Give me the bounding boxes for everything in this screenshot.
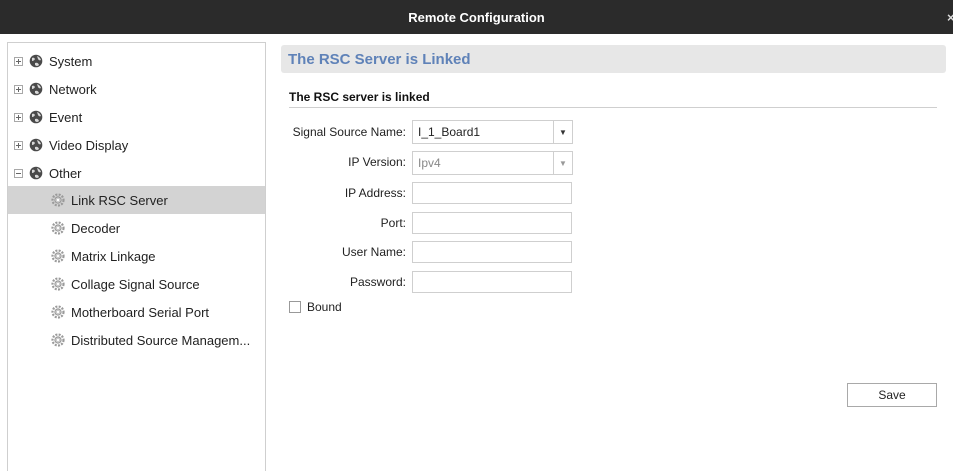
- gear-icon: [51, 249, 65, 263]
- globe-icon: [29, 138, 43, 152]
- expand-icon[interactable]: [14, 84, 23, 94]
- ip-address-field[interactable]: [412, 182, 572, 204]
- tree-item-label: System: [49, 53, 93, 69]
- collapse-icon[interactable]: [14, 168, 23, 178]
- tree-item-matrix-linkage[interactable]: Matrix Linkage: [8, 242, 265, 270]
- expand-icon[interactable]: [14, 112, 23, 122]
- signal-source-label: Signal Source Name:: [292, 125, 406, 139]
- globe-icon: [29, 82, 43, 96]
- gear-icon: [51, 193, 65, 207]
- tree-item-link-rsc-server[interactable]: Link RSC Server: [8, 186, 265, 214]
- tree-item-label: Link RSC Server: [71, 192, 168, 208]
- gear-icon: [51, 277, 65, 291]
- tree-item-decoder[interactable]: Decoder: [8, 214, 265, 242]
- tree-item-label: Decoder: [71, 220, 121, 236]
- tree-item-other[interactable]: Other: [8, 159, 265, 187]
- ip-version-value: Ipv4: [418, 156, 441, 170]
- save-button[interactable]: Save: [847, 383, 937, 407]
- window-title: Remote Configuration: [408, 9, 545, 25]
- dropdown-arrow-icon[interactable]: ▼: [553, 121, 572, 143]
- tree-item-label: Event: [49, 109, 83, 125]
- expand-icon[interactable]: [14, 140, 23, 150]
- dropdown-arrow-icon[interactable]: ▼: [553, 152, 572, 174]
- tree-item-label: Other: [49, 165, 82, 181]
- tree-item-label: Distributed Source Managem...: [71, 332, 251, 348]
- tree-item-network[interactable]: Network: [8, 75, 265, 103]
- section-divider: [289, 107, 937, 108]
- user-name-label: User Name:: [341, 245, 406, 259]
- close-icon[interactable]: ×: [947, 10, 953, 25]
- password-label: Password:: [349, 275, 406, 289]
- tree-item-label: Video Display: [49, 137, 129, 153]
- globe-icon: [29, 166, 43, 180]
- bound-option[interactable]: Bound: [289, 300, 342, 314]
- signal-source-select[interactable]: I_1_Board1 ▼: [412, 120, 573, 144]
- tree-item-event[interactable]: Event: [8, 103, 265, 131]
- window-titlebar: Remote Configuration ×: [0, 0, 953, 34]
- gear-icon: [51, 305, 65, 319]
- bound-label: Bound: [307, 300, 342, 314]
- tree-item-label: Network: [49, 81, 97, 97]
- ip-version-label: IP Version:: [348, 155, 406, 169]
- tree-item-distributed-source-management[interactable]: Distributed Source Managem...: [8, 326, 265, 354]
- tree-item-system[interactable]: System: [8, 47, 265, 75]
- tree-item-video-display[interactable]: Video Display: [8, 131, 265, 159]
- tree-item-label: Motherboard Serial Port: [71, 304, 210, 320]
- user-name-field[interactable]: [412, 241, 572, 263]
- expand-icon[interactable]: [14, 56, 23, 66]
- gear-icon: [51, 221, 65, 235]
- tree-item-collage-signal-source[interactable]: Collage Signal Source: [8, 270, 265, 298]
- panel-header: The RSC Server is Linked: [281, 45, 946, 73]
- password-field[interactable]: [412, 271, 572, 293]
- ip-address-label: IP Address:: [344, 186, 406, 200]
- tree-item-label: Collage Signal Source: [71, 276, 200, 292]
- globe-icon: [29, 54, 43, 68]
- ip-version-select[interactable]: Ipv4 ▼: [412, 151, 573, 175]
- config-tree: System Network Event Video Display Other…: [7, 42, 266, 471]
- tree-item-motherboard-serial-port[interactable]: Motherboard Serial Port: [8, 298, 265, 326]
- port-field[interactable]: [412, 212, 572, 234]
- gear-icon: [51, 333, 65, 347]
- port-label: Port:: [380, 216, 406, 230]
- signal-source-value: I_1_Board1: [418, 125, 481, 139]
- section-title: The RSC server is linked: [289, 90, 430, 104]
- bound-checkbox[interactable]: [289, 301, 301, 313]
- globe-icon: [29, 110, 43, 124]
- tree-item-label: Matrix Linkage: [71, 248, 156, 264]
